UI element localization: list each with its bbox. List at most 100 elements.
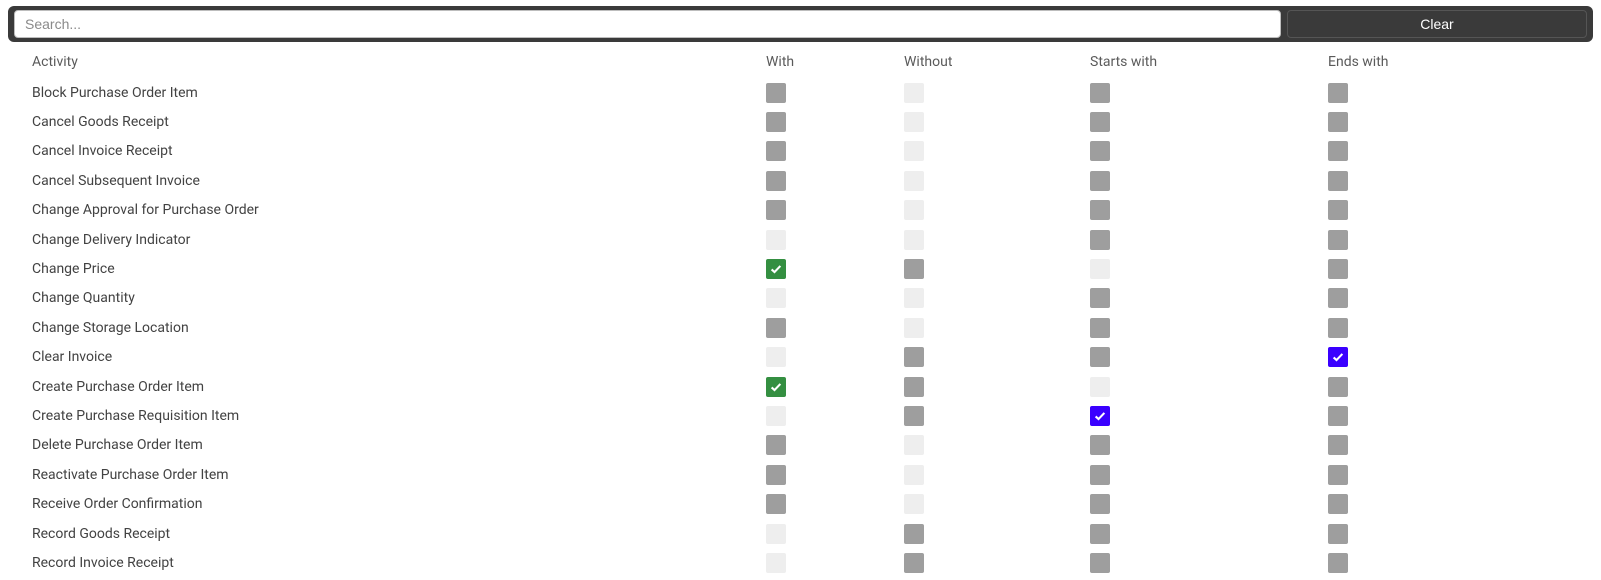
cell-starts (1090, 406, 1328, 426)
clear-button[interactable]: Clear (1287, 10, 1587, 38)
checkbox-ends[interactable] (1328, 288, 1348, 308)
checkbox-without[interactable] (904, 83, 924, 103)
checkbox-without[interactable] (904, 524, 924, 544)
checkbox-starts[interactable] (1090, 465, 1110, 485)
cell-with (766, 524, 904, 544)
cell-starts (1090, 141, 1328, 161)
checkbox-ends[interactable] (1328, 406, 1348, 426)
activity-label: Receive Order Confirmation (32, 496, 766, 512)
checkbox-ends[interactable] (1328, 141, 1348, 161)
checkbox-with[interactable] (766, 112, 786, 132)
checkbox-ends[interactable] (1328, 494, 1348, 514)
checkbox-ends[interactable] (1328, 465, 1348, 485)
cell-with (766, 230, 904, 250)
checkbox-without[interactable] (904, 230, 924, 250)
checkbox-starts[interactable] (1090, 200, 1110, 220)
cell-starts (1090, 230, 1328, 250)
checkbox-starts[interactable] (1090, 83, 1110, 103)
checkbox-ends[interactable] (1328, 259, 1348, 279)
activity-table-scroll[interactable]: Activity With Without Starts with Ends w… (8, 46, 1599, 576)
cell-with (766, 141, 904, 161)
cell-without (904, 347, 1090, 367)
checkbox-ends[interactable] (1328, 347, 1348, 367)
checkbox-without[interactable] (904, 347, 924, 367)
checkbox-without[interactable] (904, 200, 924, 220)
checkbox-starts[interactable] (1090, 171, 1110, 191)
checkbox-without[interactable] (904, 435, 924, 455)
checkbox-ends[interactable] (1328, 318, 1348, 338)
activity-row: Change Storage Location (8, 313, 1599, 342)
checkbox-starts[interactable] (1090, 494, 1110, 514)
checkbox-without[interactable] (904, 259, 924, 279)
checkbox-with[interactable] (766, 494, 786, 514)
checkbox-ends[interactable] (1328, 553, 1348, 573)
checkbox-ends[interactable] (1328, 83, 1348, 103)
cell-with (766, 347, 904, 367)
checkbox-ends[interactable] (1328, 230, 1348, 250)
checkbox-ends[interactable] (1328, 112, 1348, 132)
cell-without (904, 171, 1090, 191)
cell-ends (1328, 494, 1478, 514)
activity-label: Create Purchase Requisition Item (32, 408, 766, 424)
checkbox-without[interactable] (904, 553, 924, 573)
checkbox-without[interactable] (904, 465, 924, 485)
checkbox-with[interactable] (766, 83, 786, 103)
checkbox-without[interactable] (904, 494, 924, 514)
checkbox-without[interactable] (904, 318, 924, 338)
checkbox-starts[interactable] (1090, 435, 1110, 455)
checkbox-ends[interactable] (1328, 377, 1348, 397)
checkbox-starts[interactable] (1090, 524, 1110, 544)
checkbox-with[interactable] (766, 141, 786, 161)
checkbox-starts[interactable] (1090, 259, 1110, 279)
cell-ends (1328, 171, 1478, 191)
cell-without (904, 288, 1090, 308)
checkbox-ends[interactable] (1328, 200, 1348, 220)
activity-label: Change Approval for Purchase Order (32, 202, 766, 218)
checkbox-with[interactable] (766, 524, 786, 544)
cell-with (766, 259, 904, 279)
checkbox-starts[interactable] (1090, 112, 1110, 132)
check-icon (1331, 350, 1345, 364)
checkbox-starts[interactable] (1090, 377, 1110, 397)
checkbox-with[interactable] (766, 171, 786, 191)
cell-ends (1328, 318, 1478, 338)
search-input[interactable] (14, 10, 1281, 38)
checkbox-without[interactable] (904, 406, 924, 426)
checkbox-ends[interactable] (1328, 171, 1348, 191)
checkbox-with[interactable] (766, 288, 786, 308)
checkbox-with[interactable] (766, 406, 786, 426)
cell-without (904, 494, 1090, 514)
checkbox-with[interactable] (766, 465, 786, 485)
checkbox-without[interactable] (904, 141, 924, 161)
checkbox-with[interactable] (766, 435, 786, 455)
activity-label: Cancel Subsequent Invoice (32, 173, 766, 189)
cell-starts (1090, 83, 1328, 103)
cell-without (904, 259, 1090, 279)
checkbox-ends[interactable] (1328, 435, 1348, 455)
cell-without (904, 318, 1090, 338)
activity-row: Create Purchase Order Item (8, 372, 1599, 401)
checkbox-starts[interactable] (1090, 288, 1110, 308)
activity-row: Create Purchase Requisition Item (8, 401, 1599, 430)
checkbox-with[interactable] (766, 377, 786, 397)
cell-ends (1328, 230, 1478, 250)
checkbox-without[interactable] (904, 112, 924, 132)
checkbox-starts[interactable] (1090, 141, 1110, 161)
checkbox-with[interactable] (766, 200, 786, 220)
checkbox-starts[interactable] (1090, 553, 1110, 573)
checkbox-starts[interactable] (1090, 406, 1110, 426)
checkbox-with[interactable] (766, 347, 786, 367)
checkbox-without[interactable] (904, 377, 924, 397)
checkbox-without[interactable] (904, 171, 924, 191)
checkbox-with[interactable] (766, 318, 786, 338)
checkbox-with[interactable] (766, 230, 786, 250)
checkbox-starts[interactable] (1090, 347, 1110, 367)
checkbox-with[interactable] (766, 553, 786, 573)
checkbox-ends[interactable] (1328, 524, 1348, 544)
activity-label: Change Price (32, 261, 766, 277)
checkbox-starts[interactable] (1090, 318, 1110, 338)
checkbox-with[interactable] (766, 259, 786, 279)
checkbox-starts[interactable] (1090, 230, 1110, 250)
activity-label: Cancel Goods Receipt (32, 114, 766, 130)
checkbox-without[interactable] (904, 288, 924, 308)
